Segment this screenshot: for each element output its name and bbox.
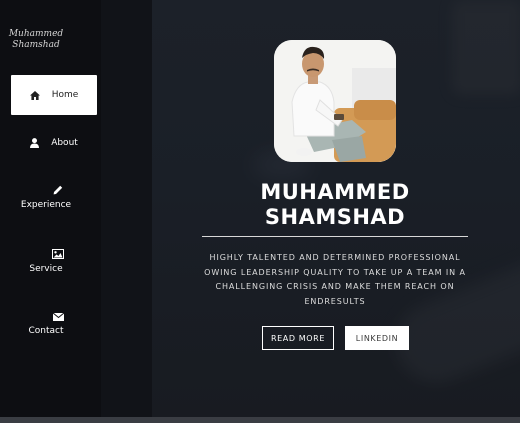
sidebar: Muhammed Shamshad Home About Experience … [0, 0, 101, 417]
profile-name-line-1: MUHAMMED [260, 180, 410, 204]
nav-label-contact: Contact [28, 326, 64, 336]
nav-item-contact[interactable]: Contact [11, 313, 97, 336]
nav-item-home[interactable]: Home [11, 75, 97, 115]
profile-name-line-2: SHAMSHAD [264, 205, 406, 229]
background-blur-shape [452, 0, 520, 95]
nav-label-experience: Experience [20, 200, 72, 210]
read-more-button[interactable]: READ MORE [262, 326, 334, 350]
nav-item-service[interactable]: Service [11, 249, 97, 274]
profile-photo [274, 40, 396, 162]
nav-label-home: Home [51, 90, 79, 100]
nav-item-about[interactable]: About [11, 123, 97, 163]
nav-label-service: Service [29, 264, 63, 274]
brand-logo[interactable]: Muhammed Shamshad [0, 29, 72, 51]
tagline-line: OWING LEADERSHIP QUALITY TO TAKE UP A TE… [204, 267, 466, 277]
profile-tagline: HIGHLY TALENTED AND DETERMINED PROFESSIO… [200, 251, 470, 309]
image-icon [52, 249, 64, 259]
user-icon [30, 138, 40, 148]
bottom-scroll-edge [0, 417, 520, 423]
pencil-icon [53, 185, 63, 195]
brand-line-1: Muhammed [8, 29, 64, 39]
nav-item-experience[interactable]: Experience [11, 185, 97, 210]
brand-line-2: Shamshad [12, 40, 60, 50]
title-divider [202, 236, 468, 237]
nav-label-about: About [51, 138, 78, 148]
tagline-line: HIGHLY TALENTED AND DETERMINED PROFESSIO… [209, 253, 461, 262]
envelope-icon [52, 313, 64, 321]
profile-name: MUHAMMED SHAMSHAD [240, 180, 430, 230]
tagline-line: ENDRESULTS [304, 296, 366, 306]
home-icon [29, 90, 40, 100]
tagline-line: CHALLENGING CRISIS AND MAKE THEM REACH O… [215, 282, 455, 291]
linkedin-button[interactable]: LINKEDIN [345, 326, 409, 350]
sidebar-shadow-stripe [101, 0, 152, 417]
